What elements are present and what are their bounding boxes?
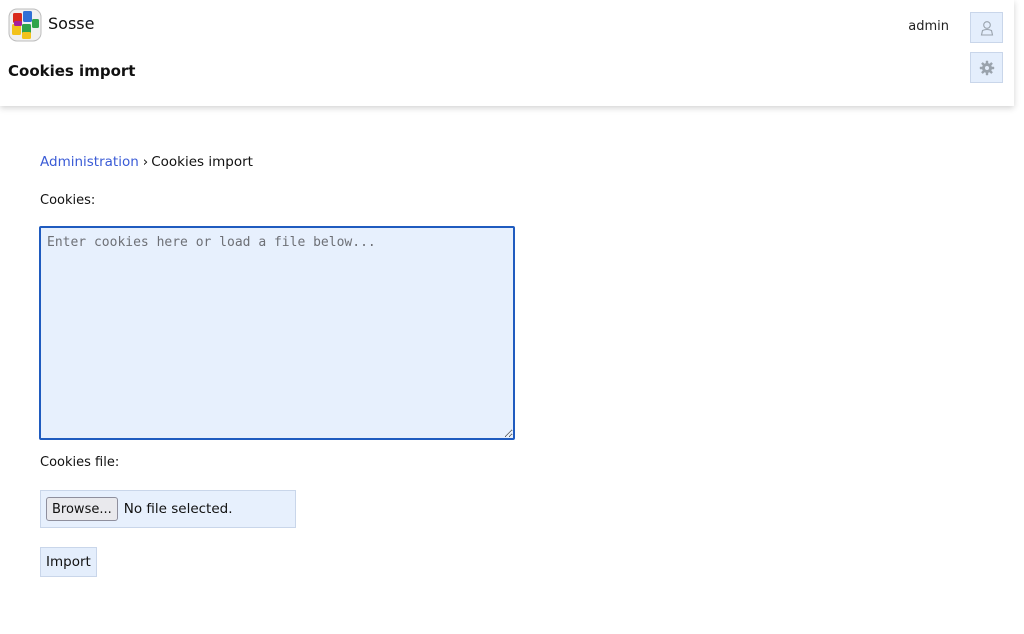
import-button[interactable]: Import bbox=[40, 547, 97, 577]
page-title: Cookies import bbox=[8, 62, 136, 80]
home-link[interactable]: Sosse bbox=[8, 8, 94, 42]
cookies-textarea[interactable] bbox=[39, 226, 515, 440]
cookies-label: Cookies: bbox=[40, 193, 96, 208]
browse-button[interactable]: Browse... bbox=[46, 497, 118, 521]
sosse-logo-icon bbox=[8, 8, 42, 42]
brand-name: Sosse bbox=[48, 14, 95, 33]
user-icon bbox=[980, 20, 993, 36]
cookies-textarea-wrapper bbox=[39, 226, 515, 440]
header-bar: Sosse Cookies import admin bbox=[0, 0, 1014, 106]
settings-button[interactable] bbox=[970, 52, 1003, 83]
user-name: admin bbox=[908, 19, 949, 34]
breadcrumb-current: Cookies import bbox=[151, 154, 253, 170]
main-content: Administration›Cookies import Cookies: C… bbox=[39, 152, 980, 577]
file-status-text: No file selected. bbox=[123, 501, 233, 517]
gear-icon bbox=[979, 60, 994, 75]
breadcrumb-separator: › bbox=[142, 154, 149, 170]
cookies-file-label: Cookies file: bbox=[40, 455, 120, 470]
breadcrumb: Administration › Cookies import bbox=[40, 152, 980, 172]
breadcrumb-administration-link[interactable]: Administration bbox=[40, 154, 139, 170]
cookies-file-input[interactable]: Browse... No file selected. bbox=[40, 490, 296, 528]
user-menu-button[interactable] bbox=[970, 12, 1003, 43]
